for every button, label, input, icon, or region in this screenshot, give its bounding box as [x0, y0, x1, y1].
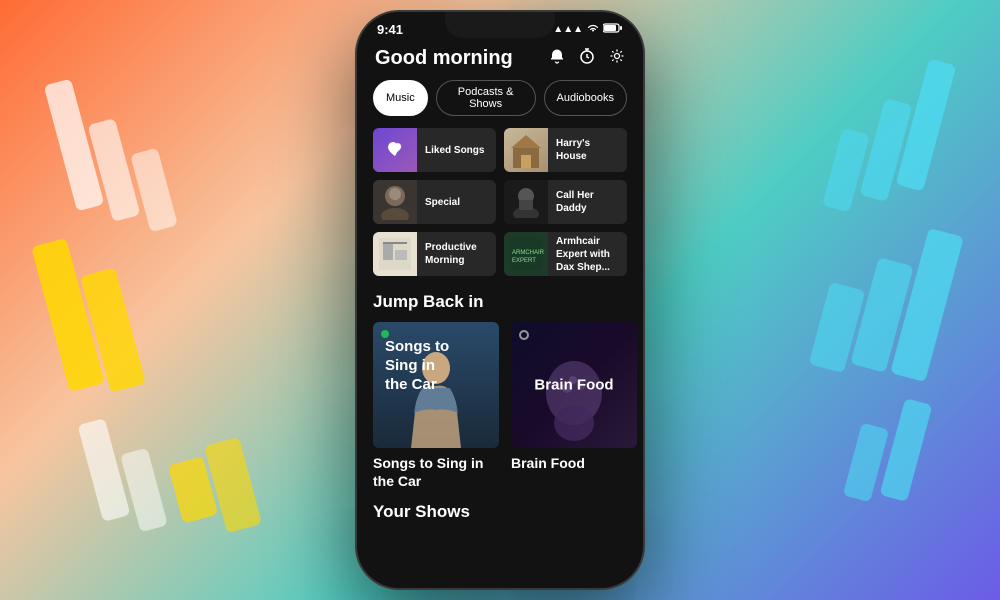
settings-icon[interactable]	[609, 48, 625, 69]
svg-text:ARMCHAIR: ARMCHAIR	[512, 250, 544, 256]
jump-back-row: Songs toSing inthe Car Songs to Sing in …	[357, 322, 643, 502]
quick-access-grid: Liked Songs Harry's House	[357, 128, 643, 288]
special-label: Special	[417, 196, 468, 209]
productive-morning-label: Productive Morning	[417, 241, 496, 267]
jump-card-brain-food[interactable]: Brain Food Brain Food	[511, 322, 637, 490]
tab-podcasts-shows[interactable]: Podcasts & Shows	[436, 80, 536, 116]
brain-food-overlay-text: Brain Food	[517, 377, 630, 394]
battery-icon	[603, 23, 623, 36]
jump-card-songs-car[interactable]: Songs toSing inthe Car Songs to Sing in …	[373, 322, 499, 490]
call-her-daddy-thumb	[504, 180, 548, 224]
tab-audiobooks[interactable]: Audiobooks	[544, 80, 628, 116]
songs-car-overlay-text: Songs toSing inthe Car	[385, 338, 449, 394]
timer-icon[interactable]	[579, 48, 595, 69]
deco-bar	[880, 398, 933, 502]
svg-text:EXPERT: EXPERT	[512, 258, 536, 264]
harrys-house-label: Harry's House	[548, 137, 627, 163]
status-time: 9:41	[377, 22, 403, 37]
play-indicator	[381, 330, 389, 338]
greeting-text: Good morning	[375, 47, 513, 70]
call-her-daddy-label: Call Her Daddy	[548, 189, 627, 215]
songs-car-title: Songs to Sing in the Car	[373, 454, 499, 490]
app-screen: 9:41 ▲▲▲	[357, 12, 643, 588]
armchair-expert-label: Armhcair Expert with Dax Shep...	[548, 235, 627, 274]
brain-play-indicator	[519, 330, 529, 340]
quick-item-liked-songs[interactable]: Liked Songs	[373, 128, 496, 172]
armchair-expert-thumb: ARMCHAIR EXPERT	[504, 232, 548, 276]
brain-food-title: Brain Food	[511, 454, 637, 472]
filter-tabs: Music Podcasts & Shows Audiobooks	[357, 80, 643, 128]
quick-item-productive-morning[interactable]: Productive Morning	[373, 232, 496, 276]
quick-item-armchair-expert[interactable]: ARMCHAIR EXPERT Armhcair Expert with Dax…	[504, 232, 627, 276]
quick-item-call-her-daddy[interactable]: Call Her Daddy	[504, 180, 627, 224]
harrys-house-thumb	[504, 128, 548, 172]
productive-morning-thumb	[373, 232, 417, 276]
signal-icon: ▲▲▲	[553, 24, 583, 35]
quick-item-special[interactable]: Special	[373, 180, 496, 224]
head-silhouette-icon	[529, 358, 619, 448]
status-icons: ▲▲▲	[553, 23, 623, 36]
liked-songs-label: Liked Songs	[417, 144, 492, 157]
songs-car-thumb: Songs toSing inthe Car	[373, 322, 499, 448]
deco-bar	[822, 128, 870, 213]
phone-notch	[445, 12, 555, 38]
your-shows-header: Your Shows	[357, 502, 643, 530]
header-icons-group	[549, 48, 625, 69]
deco-bar	[78, 418, 131, 522]
wifi-icon	[587, 23, 599, 36]
phone-frame: 9:41 ▲▲▲	[355, 10, 645, 590]
deco-bar	[120, 448, 168, 533]
phone-device: 9:41 ▲▲▲	[355, 10, 645, 590]
brain-food-thumb: Brain Food	[511, 322, 637, 448]
deco-bar	[130, 148, 178, 233]
jump-back-header: Jump Back in	[357, 288, 643, 322]
app-header: Good morning	[357, 41, 643, 80]
tab-music[interactable]: Music	[373, 80, 428, 116]
deco-bar	[204, 437, 262, 533]
liked-songs-thumb	[373, 128, 417, 172]
quick-item-harrys-house[interactable]: Harry's House	[504, 128, 627, 172]
special-thumb	[373, 180, 417, 224]
bell-icon[interactable]	[549, 48, 565, 69]
